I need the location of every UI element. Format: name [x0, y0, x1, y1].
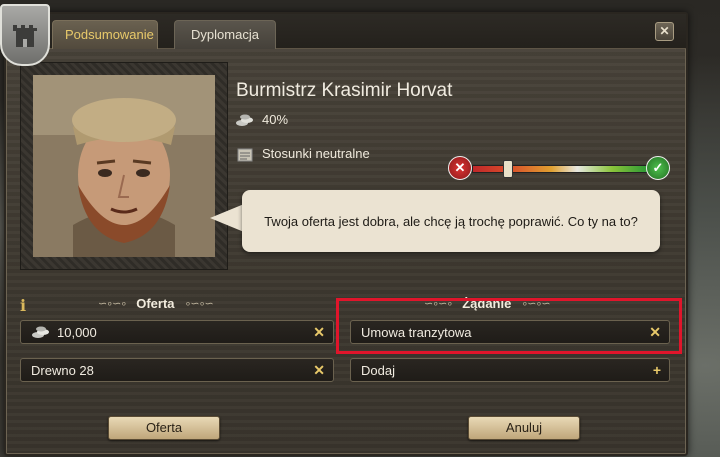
tab-diplomacy[interactable]: Dyplomacja	[174, 20, 276, 49]
friendly-handshake-icon: ✓	[646, 156, 670, 180]
add-icon[interactable]: +	[653, 362, 661, 378]
offer-slot-gold[interactable]: 10,000 ✕	[20, 320, 334, 344]
coins-icon	[31, 325, 51, 339]
character-portrait	[33, 75, 215, 257]
offer-slot-wood[interactable]: Drewno 28 ✕	[20, 358, 334, 382]
ornament-right: ∘∽∘∽	[184, 298, 214, 310]
offer-header: ∽∘∽∘ Oferta ∘∽∘∽	[98, 296, 214, 311]
stat-row-influence: 40%	[236, 112, 288, 127]
portrait-frame	[20, 62, 228, 270]
close-button[interactable]: ✕	[655, 22, 674, 41]
remove-icon[interactable]: ✕	[313, 362, 325, 379]
diplomacy-panel: i Podsumowanie Dyplomacja ✕	[0, 4, 688, 456]
relation-track	[472, 165, 648, 173]
hostile-icon: ✕	[448, 156, 472, 180]
stat-value: 40%	[262, 112, 289, 127]
character-name: Burmistrz Krasimir Horvat	[236, 80, 453, 101]
castle-emblem-icon	[0, 4, 50, 66]
offer-button[interactable]: Oferta	[108, 416, 220, 440]
dialogue-text: Twoja oferta jest dobra, ale chcę ją tro…	[264, 213, 638, 229]
silver-pile-icon	[236, 113, 254, 127]
stat-row-relation: Stosunki neutralne	[236, 146, 370, 161]
scroll-icon	[236, 147, 254, 161]
offer-info-icon[interactable]: i	[20, 296, 26, 315]
offer-title: Oferta	[136, 296, 175, 311]
panel-header: i Podsumowanie Dyplomacja ✕	[6, 14, 686, 49]
tab-summary[interactable]: Podsumowanie	[52, 20, 158, 49]
ornament-left: ∽∘∽∘	[98, 298, 127, 310]
offer-item-label: Drewno 28	[31, 362, 94, 378]
highlight-box	[336, 298, 682, 354]
demand-slot-add[interactable]: Dodaj +	[350, 358, 670, 382]
relation-marker	[502, 160, 513, 178]
remove-icon[interactable]: ✕	[313, 324, 325, 341]
dialogue-bubble: Twoja oferta jest dobra, ale chcę ją tro…	[242, 190, 660, 252]
relation-label: Stosunki neutralne	[262, 146, 370, 161]
offer-item-label: 10,000	[57, 324, 97, 340]
relation-meter: ✕ ✓	[448, 156, 670, 180]
demand-add-label: Dodaj	[361, 362, 395, 378]
cancel-button[interactable]: Anuluj	[468, 416, 580, 440]
portrait-illustration	[33, 75, 215, 257]
speech-tail	[210, 204, 244, 232]
